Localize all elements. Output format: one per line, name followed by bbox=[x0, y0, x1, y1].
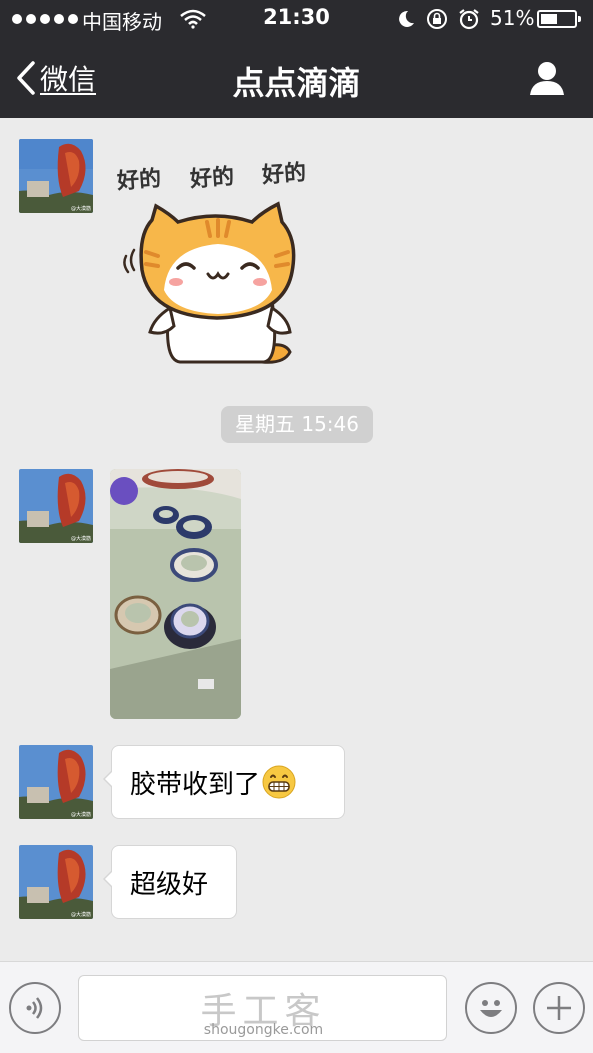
avatar-watermark: @大漠筋 bbox=[71, 535, 91, 542]
contact-avatar[interactable]: @大漠筋 bbox=[19, 845, 93, 919]
watermark-url: shougongke.com bbox=[203, 1022, 324, 1038]
status-icons bbox=[396, 8, 480, 30]
cat-sticker-message[interactable]: 好的 好的 好的 bbox=[112, 140, 322, 365]
plus-icon bbox=[547, 996, 571, 1020]
avatar-watermark: @大漠筋 bbox=[71, 811, 91, 818]
cat-sticker-image bbox=[123, 201, 296, 364]
contact-avatar[interactable]: @大漠筋 bbox=[19, 745, 93, 819]
message-timestamp: 星期五 15:46 bbox=[221, 406, 373, 443]
alarm-clock-icon bbox=[459, 9, 479, 30]
battery-percentage: 51% bbox=[490, 6, 535, 30]
message-text: 胶带收到了 bbox=[130, 769, 261, 800]
chat-info-person-icon[interactable] bbox=[528, 60, 566, 96]
battery-icon bbox=[537, 10, 581, 28]
voice-input-button[interactable] bbox=[9, 982, 61, 1034]
do-not-disturb-moon-icon bbox=[399, 10, 414, 27]
emoji-button[interactable] bbox=[465, 982, 517, 1034]
contact-avatar[interactable]: @大漠筋 bbox=[19, 469, 93, 543]
chat-title: 点点滴滴 bbox=[232, 64, 361, 102]
smiley-face-icon bbox=[480, 1000, 502, 1017]
text-message-bubble[interactable]: 超级好 bbox=[103, 845, 237, 919]
status-bar: 中国移动 21:30 51% bbox=[0, 0, 593, 38]
navigation-bar: 微信 点点滴滴 bbox=[0, 40, 593, 118]
washi-tape-photo bbox=[110, 469, 241, 719]
message-input-field[interactable]: 手工客 shougongke.com bbox=[78, 975, 447, 1041]
avatar-watermark: @大漠筋 bbox=[71, 205, 91, 212]
grinning-emoji-icon bbox=[262, 765, 296, 799]
avatar-watermark: @大漠筋 bbox=[71, 911, 91, 918]
message-text: 超级好 bbox=[130, 869, 209, 900]
more-options-button[interactable] bbox=[533, 982, 585, 1034]
voice-icon bbox=[26, 997, 43, 1019]
contact-avatar[interactable]: @大漠筋 bbox=[19, 139, 93, 213]
photo-message[interactable] bbox=[110, 469, 241, 719]
rotation-lock-icon bbox=[427, 9, 447, 29]
top-bar: 中国移动 21:30 51% 微信 点点滴滴 bbox=[0, 0, 593, 118]
chat-input-bar: 手工客 shougongke.com bbox=[0, 961, 593, 1053]
text-message-bubble[interactable]: 胶带收到了 bbox=[103, 745, 345, 819]
